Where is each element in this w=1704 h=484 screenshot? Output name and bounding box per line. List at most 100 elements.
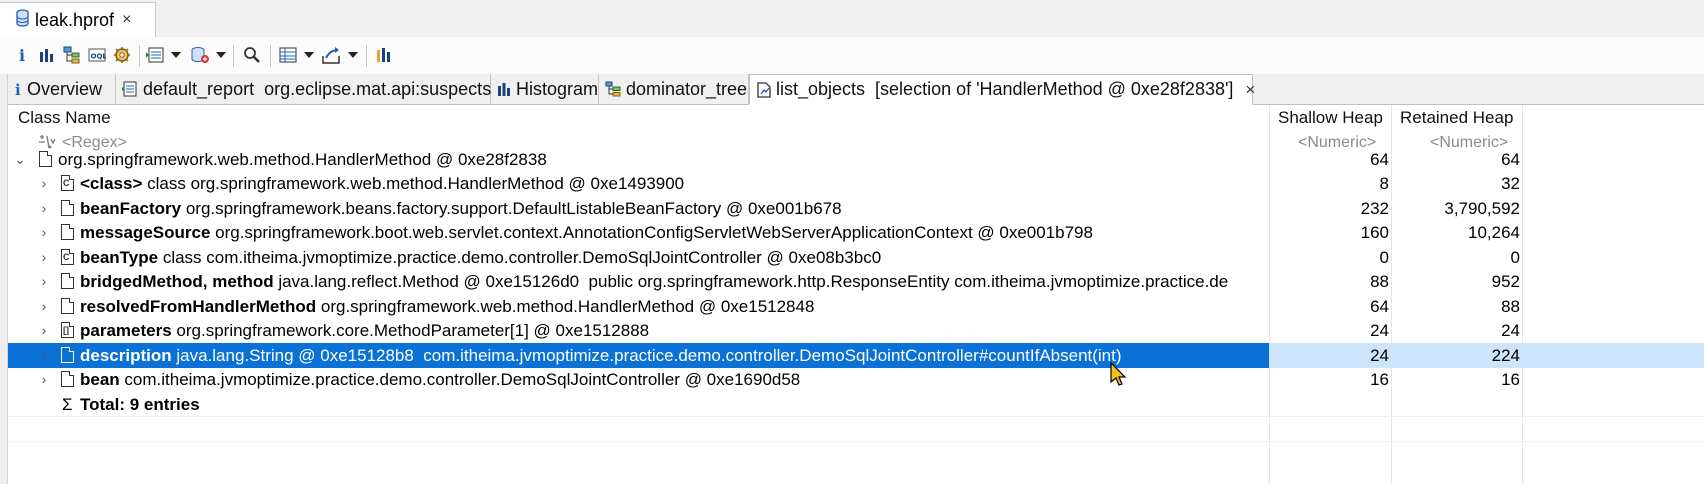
retained-heap-value: 24 bbox=[1501, 321, 1520, 340]
array-file-icon: [] bbox=[61, 322, 74, 338]
object-file-icon bbox=[61, 200, 74, 216]
query-browser-dropdown-icon[interactable] bbox=[216, 52, 226, 58]
field-value: java.lang.String @ 0xe15128b8 com.itheim… bbox=[176, 346, 1122, 365]
table-row-root[interactable]: ⌄ org.springframework.web.method.Handler… bbox=[8, 147, 1704, 172]
editor-tab-leak-hprof[interactable]: leak.hprof × bbox=[0, 2, 156, 37]
collapse-chevron-icon[interactable]: ⌄ bbox=[14, 147, 26, 172]
shallow-heap-value: 16 bbox=[1370, 370, 1389, 389]
table-row[interactable]: › C beanType class com.itheima.jvmoptimi… bbox=[8, 245, 1704, 270]
retained-heap-value: 952 bbox=[1491, 272, 1520, 291]
reports-dropdown-icon[interactable] bbox=[171, 52, 181, 58]
list-objects-icon bbox=[757, 81, 771, 98]
expand-chevron-icon[interactable]: › bbox=[38, 318, 50, 343]
tab-overview[interactable]: i Overview bbox=[8, 74, 116, 104]
tab-histogram[interactable]: Histogram bbox=[491, 74, 599, 104]
tab-label: Overview bbox=[27, 78, 103, 99]
shallow-heap-value: 0 bbox=[1379, 248, 1389, 267]
view-tab-bar: i Overview default_report org.eclipse.ma… bbox=[8, 74, 1704, 105]
pin-icon[interactable] bbox=[374, 45, 394, 65]
field-name: messageSource bbox=[80, 223, 211, 242]
report-icon bbox=[122, 81, 138, 97]
root-object-label: org.springframework.web.method.HandlerMe… bbox=[58, 150, 547, 169]
histogram-icon[interactable] bbox=[38, 45, 56, 65]
heap-dump-icon bbox=[16, 8, 29, 32]
query-browser-icon[interactable] bbox=[190, 45, 210, 65]
tab-dominator-tree[interactable]: dominator_tree bbox=[599, 74, 749, 104]
field-name: bridgedMethod, method bbox=[80, 272, 274, 291]
retained-heap-value: 88 bbox=[1501, 297, 1520, 316]
field-value: class com.itheima.jvmoptimize.practice.d… bbox=[162, 248, 882, 267]
dominator-tree-icon[interactable] bbox=[63, 45, 81, 65]
field-name: bean bbox=[80, 370, 120, 389]
tab-default-report[interactable]: default_report org.eclipse.mat.api:suspe… bbox=[116, 74, 491, 104]
close-icon[interactable]: × bbox=[1245, 80, 1255, 100]
total-row: Σ Total: 9 entries bbox=[8, 392, 1704, 417]
svg-text:OQL: OQL bbox=[91, 53, 107, 61]
field-name: beanType bbox=[80, 248, 159, 267]
oql-icon[interactable]: OQL bbox=[88, 45, 106, 65]
expand-chevron-icon[interactable]: › bbox=[38, 367, 50, 392]
info-icon[interactable]: i bbox=[16, 45, 28, 65]
field-value: com.itheima.jvmoptimize.practice.demo.co… bbox=[124, 370, 801, 389]
svg-text:i: i bbox=[15, 81, 21, 97]
object-file-icon bbox=[61, 371, 74, 387]
tab-label: dominator_tree bbox=[626, 78, 748, 99]
field-value: org.springframework.boot.web.servlet.con… bbox=[215, 223, 1093, 242]
expand-chevron-icon[interactable]: › bbox=[38, 196, 50, 221]
column-header-retained-heap[interactable]: Retained Heap bbox=[1400, 105, 1513, 131]
shallow-heap-value: 24 bbox=[1370, 321, 1389, 340]
find-object-icon[interactable] bbox=[242, 45, 262, 65]
column-header-shallow-heap[interactable]: Shallow Heap bbox=[1278, 105, 1383, 131]
field-name: beanFactory bbox=[80, 199, 182, 218]
class-file-icon: C bbox=[61, 175, 74, 191]
retained-heap-value: 32 bbox=[1501, 174, 1520, 193]
field-name: <class> bbox=[80, 174, 143, 193]
export-dropdown-icon[interactable] bbox=[348, 52, 358, 58]
field-value: class org.springframework.web.method.Han… bbox=[147, 174, 685, 193]
dominator-tree-icon bbox=[605, 81, 621, 97]
left-perspective-strip bbox=[0, 37, 8, 484]
retained-heap-value: 224 bbox=[1491, 346, 1520, 365]
expand-chevron-icon[interactable]: › bbox=[38, 294, 50, 319]
field-name: parameters bbox=[80, 321, 172, 340]
table-row[interactable]: › bridgedMethod, method java.lang.reflec… bbox=[8, 269, 1704, 294]
tab-label: list_objects [selection of 'HandlerMetho… bbox=[776, 79, 1234, 99]
info-icon: i bbox=[14, 81, 22, 97]
export-icon[interactable] bbox=[322, 45, 342, 65]
table-row[interactable]: › bean com.itheima.jvmoptimize.practice.… bbox=[8, 367, 1704, 392]
group-by-icon[interactable] bbox=[278, 45, 298, 65]
field-name: resolvedFromHandlerMethod bbox=[80, 297, 317, 316]
table-row[interactable]: › beanFactory org.springframework.beans.… bbox=[8, 196, 1704, 221]
close-icon[interactable]: × bbox=[122, 11, 131, 29]
tab-label: default_report org.eclipse.mat.api:suspe… bbox=[143, 78, 492, 99]
mouse-pointer-icon bbox=[1110, 361, 1128, 393]
shallow-heap-value: 24 bbox=[1370, 346, 1389, 365]
retained-heap-value: 3,790,592 bbox=[1444, 199, 1520, 218]
field-value: org.springframework.beans.factory.suppor… bbox=[185, 199, 842, 218]
field-value: org.springframework.web.method.HandlerMe… bbox=[320, 297, 815, 316]
expand-chevron-icon[interactable]: › bbox=[38, 220, 50, 245]
table-row[interactable]: › [] parameters org.springframework.core… bbox=[8, 318, 1704, 343]
table-row[interactable]: › messageSource org.springframework.boot… bbox=[8, 220, 1704, 245]
shallow-heap-value: 64 bbox=[1370, 297, 1389, 316]
object-file-icon bbox=[61, 347, 74, 363]
table-row-selected[interactable]: › description java.lang.String @ 0xe1512… bbox=[8, 343, 1704, 368]
column-header-class-name[interactable]: Class Name bbox=[18, 105, 111, 131]
field-value: java.lang.reflect.Method @ 0xe15126d0 pu… bbox=[278, 272, 1229, 291]
tab-list-objects[interactable]: list_objects [selection of 'HandlerMetho… bbox=[749, 74, 1255, 105]
field-value: org.springframework.core.MethodParameter… bbox=[176, 321, 650, 340]
shallow-heap-value: 160 bbox=[1360, 223, 1389, 242]
heap-dump-overview-icon[interactable] bbox=[112, 45, 132, 65]
expand-chevron-icon[interactable]: › bbox=[38, 171, 50, 196]
svg-text:i: i bbox=[19, 46, 25, 64]
retained-heap-value: 16 bbox=[1501, 370, 1520, 389]
table-row[interactable]: › resolvedFromHandlerMethod org.springfr… bbox=[8, 294, 1704, 319]
group-by-dropdown-icon[interactable] bbox=[304, 52, 314, 58]
shallow-heap-value: 8 bbox=[1379, 174, 1389, 193]
object-file-icon bbox=[61, 224, 74, 240]
reports-icon[interactable] bbox=[145, 45, 165, 65]
expand-chevron-icon[interactable]: › bbox=[38, 245, 50, 270]
expand-chevron-icon[interactable]: › bbox=[38, 343, 50, 368]
table-row[interactable]: › C <class> class org.springframework.we… bbox=[8, 171, 1704, 196]
tab-label: Histogram bbox=[516, 78, 599, 99]
